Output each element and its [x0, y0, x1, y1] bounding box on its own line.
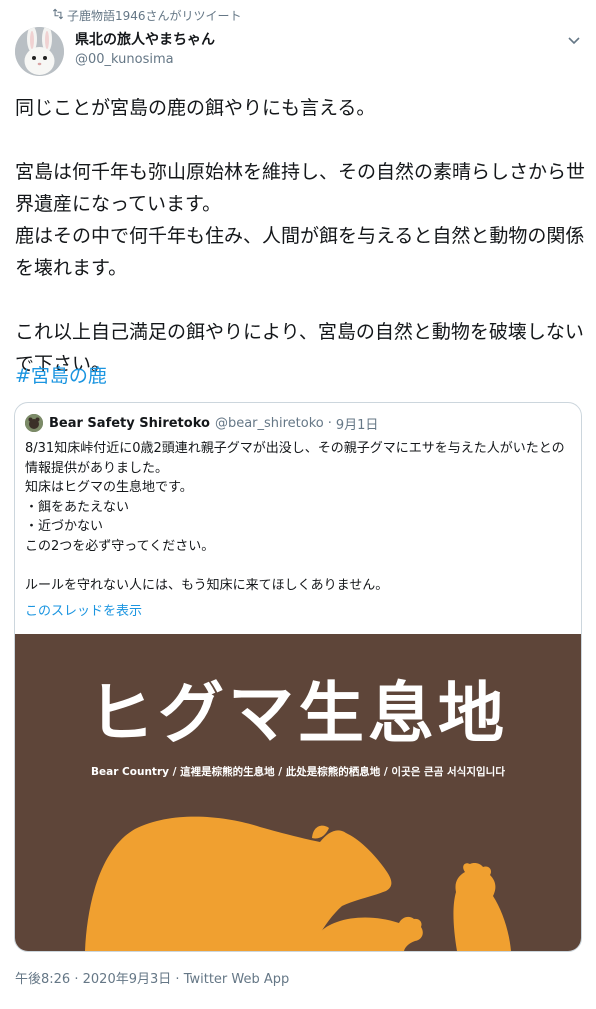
tweet-time[interactable]: 午後8:26	[15, 972, 70, 987]
meta-separator-2: ·	[175, 972, 180, 987]
author-name[interactable]: 県北の旅人やまちゃん	[75, 31, 215, 49]
quoted-tweet-header: Bear Safety Shiretoko @bear_shiretoko · …	[25, 413, 378, 433]
image-title: ヒグマ生息地	[88, 675, 508, 752]
chevron-down-icon[interactable]	[566, 32, 582, 48]
rabbit-avatar-icon	[15, 27, 64, 76]
retweet-context[interactable]: 子鹿物語1946さんがリツイート	[52, 6, 242, 24]
quoted-tweet-text: 8/31知床峠付近に0歳2頭連れ親子グマが出没し、その親子グマにエサを与えた人が…	[25, 441, 565, 593]
meta-separator-1: ·	[74, 972, 79, 987]
quoted-tweet[interactable]: Bear Safety Shiretoko @bear_shiretoko · …	[14, 402, 582, 952]
tweet-meta: 午後8:26 · 2020年9月3日 · Twitter Web App	[15, 968, 289, 987]
quoted-author-avatar	[25, 414, 43, 432]
quoted-tweet-image[interactable]: ヒグマ生息地 Bear Country / 這裡是棕熊的生息地 / 此处是棕熊的…	[15, 634, 581, 951]
author-block[interactable]: 県北の旅人やまちゃん @00_kunosima	[75, 31, 215, 69]
tweet-source[interactable]: Twitter Web App	[184, 972, 290, 987]
quoted-date: 9月1日	[335, 417, 379, 433]
retweet-label: 子鹿物語1946さんがリツイート	[67, 8, 242, 23]
cub-sitting-shape	[453, 863, 511, 951]
author-avatar[interactable]	[15, 27, 64, 76]
quoted-separator: ·	[327, 415, 332, 431]
quoted-author-handle: @bear_shiretoko	[214, 415, 324, 431]
author-handle[interactable]: @00_kunosima	[75, 51, 215, 69]
show-thread-link[interactable]: このスレッドを表示	[25, 600, 142, 619]
hashtag-link[interactable]: #宮島の鹿	[15, 360, 107, 392]
cub-front-shape	[311, 916, 423, 951]
tweet-date[interactable]: 2020年9月3日	[83, 972, 172, 987]
image-subtitle: Bear Country / 這裡是棕熊的生息地 / 此处是棕熊的栖息地 / 이…	[91, 766, 505, 778]
retweet-icon	[52, 8, 64, 20]
tweet-text: 同じことが宮島の鹿の餌やりにも言える。 宮島は何千年も弥山原始林を維持し、その自…	[15, 97, 586, 375]
quoted-author-name: Bear Safety Shiretoko	[49, 415, 210, 431]
bear-avatar-icon	[25, 414, 43, 432]
